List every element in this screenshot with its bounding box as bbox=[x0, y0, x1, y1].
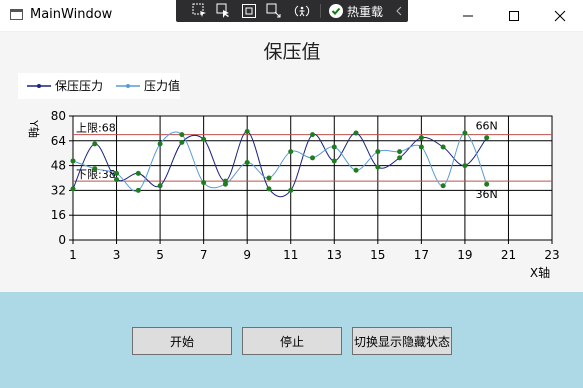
data-point-series-2 bbox=[114, 170, 120, 176]
hot-reload-check-icon[interactable] bbox=[328, 3, 344, 19]
data-point-series-1 bbox=[375, 164, 381, 170]
y-tick-label: 32 bbox=[51, 183, 66, 197]
data-point-series-2 bbox=[418, 144, 424, 150]
data-point-series-1 bbox=[440, 144, 446, 150]
data-point-series-2 bbox=[266, 175, 272, 181]
data-point-series-2 bbox=[310, 155, 315, 161]
data-point-series-1 bbox=[92, 141, 98, 147]
hot-reload-label[interactable]: 热重载 bbox=[347, 3, 383, 20]
y-axis-label: Y轴 bbox=[27, 119, 41, 138]
layout-adorners-icon[interactable] bbox=[241, 3, 257, 19]
maximize-icon bbox=[509, 10, 519, 21]
data-point-series-1 bbox=[310, 132, 315, 138]
accessibility-icon[interactable] bbox=[294, 3, 310, 19]
data-point-series-2 bbox=[484, 181, 490, 187]
app-window-icon bbox=[10, 9, 23, 20]
window-title: MainWindow bbox=[30, 7, 113, 22]
x-tick-label: 7 bbox=[200, 248, 208, 262]
data-point-series-2 bbox=[201, 180, 207, 186]
data-point-series-1 bbox=[244, 129, 250, 134]
stop-button[interactable]: 停止 bbox=[242, 327, 342, 355]
data-annotation: 66N bbox=[476, 120, 498, 133]
x-axis-label: X轴 bbox=[530, 265, 550, 280]
reference-line-label: 上限:68 bbox=[76, 122, 116, 135]
chart: 保压值 保压压力 压力值 Y轴 X轴 上限:68下限:38 0163248648… bbox=[18, 41, 560, 280]
x-tick-label: 5 bbox=[156, 248, 164, 262]
x-tick-label: 3 bbox=[113, 248, 121, 262]
toolbar-separator bbox=[320, 4, 321, 18]
legend-marker-series-1 bbox=[37, 84, 41, 88]
x-tick-label: 21 bbox=[501, 248, 516, 262]
data-point-series-2 bbox=[397, 149, 403, 155]
data-point-series-1 bbox=[484, 135, 490, 141]
data-point-series-2 bbox=[157, 141, 163, 147]
data-point-series-2 bbox=[135, 187, 141, 193]
data-point-series-2 bbox=[244, 160, 250, 165]
toggle-visibility-button[interactable]: 切换显示隐藏状态 bbox=[352, 327, 452, 355]
minimize-icon bbox=[463, 15, 473, 16]
data-point-series-1 bbox=[462, 163, 468, 169]
select-element-icon[interactable] bbox=[192, 3, 208, 19]
track-focus-icon[interactable] bbox=[266, 3, 282, 19]
x-tick-label: 17 bbox=[414, 248, 429, 262]
data-annotation: 36N bbox=[476, 188, 498, 201]
x-tick-label: 15 bbox=[370, 248, 385, 262]
legend: 保压压力 压力值 bbox=[18, 73, 180, 99]
data-point-series-1 bbox=[397, 155, 403, 161]
maximize-button[interactable] bbox=[491, 0, 537, 31]
close-button[interactable] bbox=[537, 0, 583, 31]
start-button[interactable]: 开始 bbox=[132, 327, 232, 355]
data-point-series-2 bbox=[179, 132, 185, 138]
data-point-series-2 bbox=[462, 130, 468, 136]
y-tick-label: 64 bbox=[51, 134, 66, 148]
x-tick-label: 19 bbox=[457, 248, 472, 262]
data-point-series-1 bbox=[135, 170, 141, 176]
data-point-series-1 bbox=[114, 177, 120, 183]
data-point-series-1 bbox=[201, 136, 207, 142]
data-point-series-2 bbox=[331, 144, 337, 150]
x-tick-label: 13 bbox=[327, 248, 342, 262]
collapse-toolbar-chevron-icon[interactable] bbox=[394, 3, 404, 19]
x-tick-label: 23 bbox=[544, 248, 559, 262]
legend-label-series-1: 保压压力 bbox=[55, 79, 103, 93]
data-point-series-1 bbox=[331, 158, 337, 164]
x-tick-label: 9 bbox=[243, 248, 251, 262]
data-point-series-1 bbox=[266, 186, 272, 192]
data-point-series-1 bbox=[70, 186, 76, 192]
data-point-series-2 bbox=[70, 158, 76, 164]
minimize-button[interactable] bbox=[445, 0, 491, 31]
y-tick-label: 80 bbox=[51, 109, 66, 123]
y-tick-label: 16 bbox=[51, 208, 66, 222]
x-tick-label: 11 bbox=[283, 248, 298, 262]
data-point-series-1 bbox=[179, 139, 185, 145]
data-point-series-1 bbox=[288, 187, 294, 193]
data-point-series-1 bbox=[418, 135, 424, 141]
data-point-series-2 bbox=[440, 183, 446, 189]
data-point-series-1 bbox=[157, 183, 163, 189]
chart-title: 保压值 bbox=[263, 41, 320, 63]
data-point-series-2 bbox=[375, 149, 381, 155]
pointer-icon[interactable] bbox=[216, 3, 232, 19]
title-bar: MainWindow 热重载 bbox=[0, 0, 583, 32]
data-point-series-2 bbox=[288, 149, 294, 155]
chart-area: 保压值 保压压力 压力值 Y轴 X轴 上限:68 下限:38 0 16 32 48 64 8… bbox=[0, 32, 583, 292]
y-tick-label: 48 bbox=[51, 159, 66, 173]
data-point-series-2 bbox=[353, 167, 359, 173]
legend-marker-series-2 bbox=[126, 84, 130, 88]
y-tick-label: 0 bbox=[58, 233, 66, 247]
legend-label-series-2: 压力值 bbox=[144, 78, 180, 93]
x-tick-label: 1 bbox=[69, 248, 77, 262]
data-point-series-1 bbox=[353, 130, 359, 136]
devtools-toolbar: 热重载 bbox=[176, 0, 408, 22]
data-point-series-2 bbox=[222, 181, 228, 187]
data-point-series-2 bbox=[92, 166, 98, 172]
button-panel: 开始 停止 切换显示隐藏状态 bbox=[0, 292, 583, 388]
close-icon bbox=[554, 10, 566, 21]
